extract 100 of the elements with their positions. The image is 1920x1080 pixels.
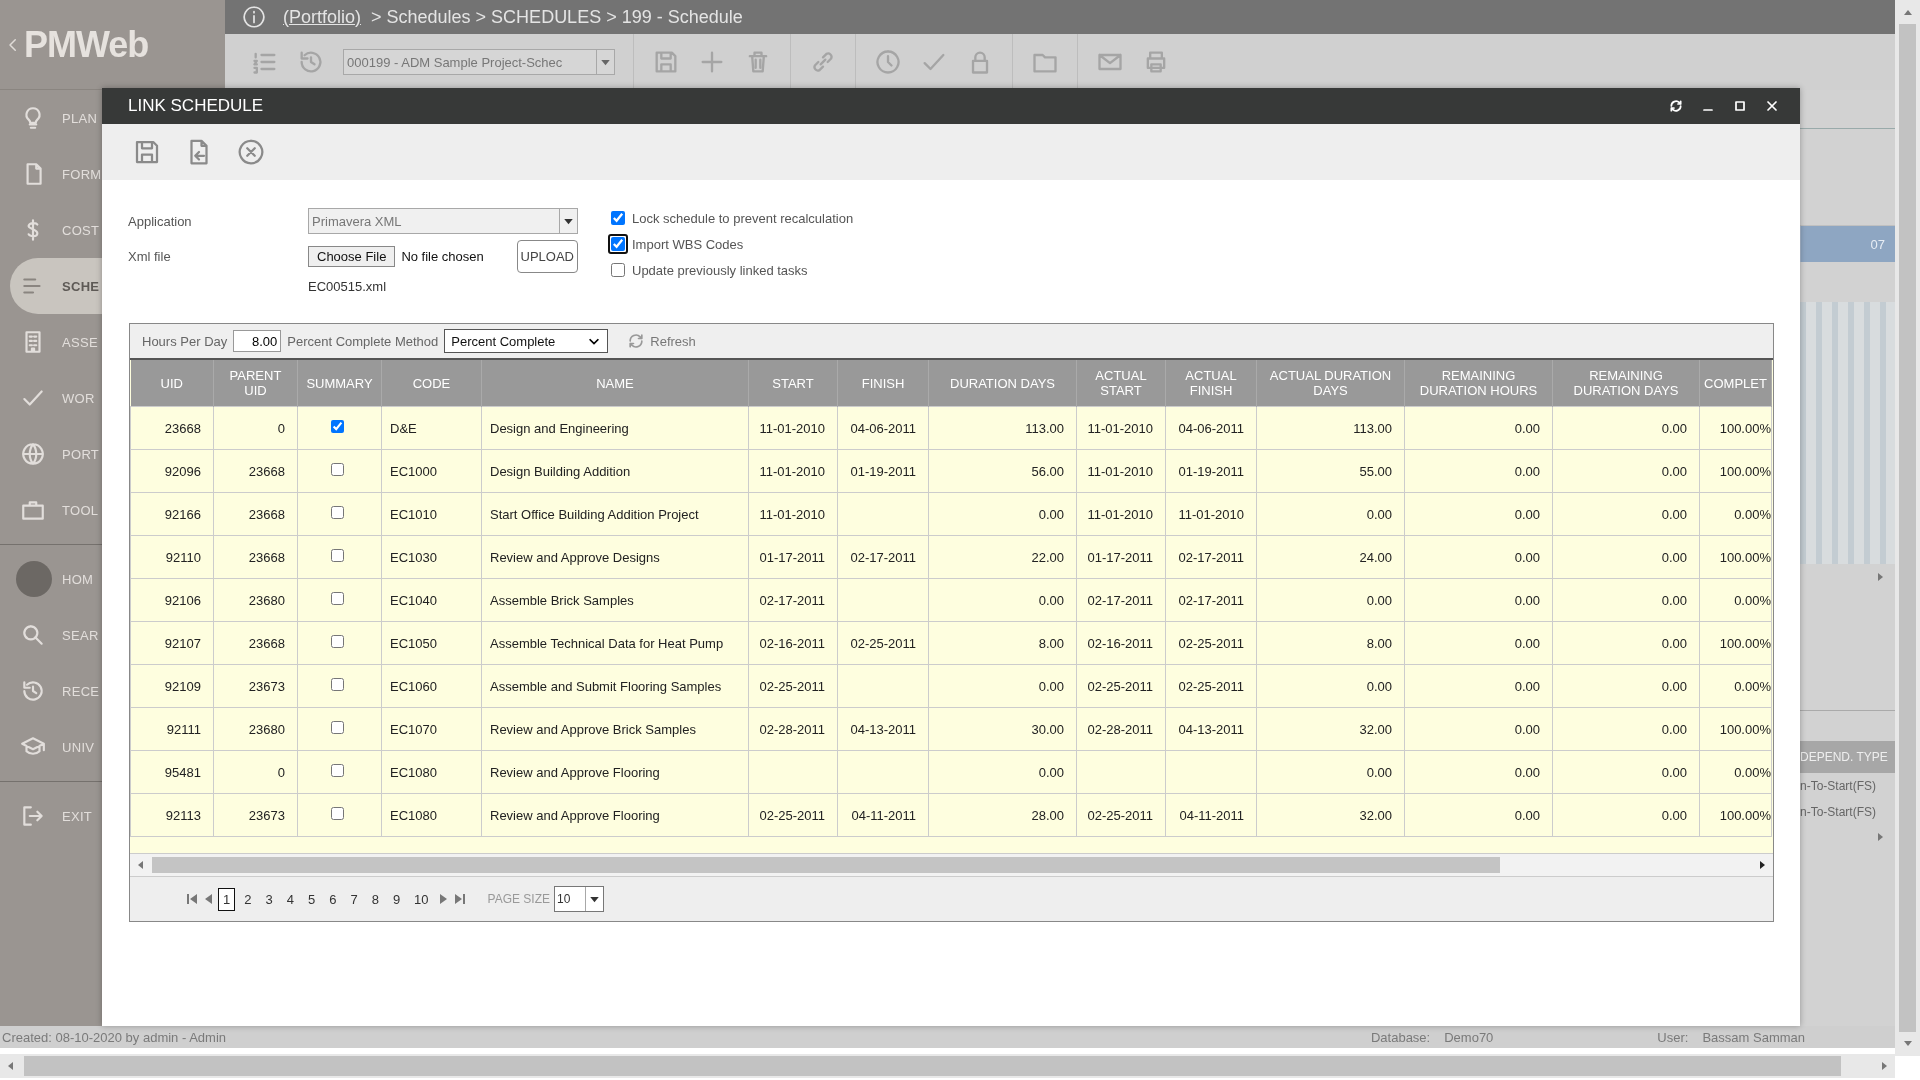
table-cell: 23680 [248,721,285,737]
column-header: DURATION DAYS [928,360,1077,407]
table-cell: 0.00 [1661,592,1687,608]
table-cell: 0.00 [1514,549,1540,565]
table-cell: 0.00 [1661,635,1687,651]
table-cell: 23668 [248,506,285,522]
table-cell: 0.00% [1734,764,1771,780]
table-cell: 02-25-2011 [850,635,916,651]
application-label: Application [128,213,193,229]
table-cell: 0 [277,420,285,436]
table-cell: 92096 [164,463,201,479]
column-header: REMAINING DURATION DAYS [1552,360,1700,407]
table-cell: 02-25-2011 [1178,635,1244,651]
table-cell: 11-01-2010 [759,506,825,522]
table-cell: 04-13-2011 [1178,721,1244,737]
table-cell: EC1050 [390,635,437,651]
table-cell: Review and Approve Flooring [490,807,660,823]
table-cell: 02-28-2011 [759,721,825,737]
table-cell: 04-06-2011 [850,420,916,436]
table-cell: 23680 [248,592,285,608]
table-cell: 0.00 [1514,420,1540,436]
page-size-label: PAGE SIZE [487,892,551,906]
table-cell: Review and Approve Brick Samples [490,721,696,737]
checkbox-label: Update previously linked tasks [632,262,808,278]
table-cell: 32.00 [1359,807,1392,823]
table-cell: 0.00 [1366,506,1392,522]
table-cell: 92110 [165,549,201,565]
table-cell: 11-01-2010 [759,420,825,436]
table-cell: 0.00% [1734,678,1771,694]
logo: PMWeb [24,23,149,66]
table-cell-text: n-To-Start(FS) [1800,778,1877,795]
table-cell: 02-16-2011 [1087,635,1153,651]
table-cell: Start Office Building Addition Project [490,506,699,522]
column-header: ACTUAL START [1076,360,1166,407]
table-cell: 23668 [164,420,201,436]
table-cell: 0.00 [1038,678,1064,694]
table-cell: 01-19-2011 [1178,463,1244,479]
table-cell: 100.00% [1719,420,1771,436]
table-cell: 02-25-2011 [1178,678,1244,694]
table-cell: 02-25-2011 [759,678,825,694]
table-cell: 100.00% [1719,549,1771,565]
table-cell: 8.00 [1366,635,1392,651]
table-cell: Design and Engineering [490,420,629,436]
table-cell: 28.00 [1031,807,1064,823]
table-cell: 04-11-2011 [851,807,916,823]
table-cell: D&E [390,420,417,436]
table-cell: 92166 [164,506,201,522]
table-cell: 02-28-2011 [1087,721,1153,737]
table-cell: 0.00 [1366,678,1392,694]
table-cell: 100.00% [1719,807,1771,823]
table-cell: 04-13-2011 [850,721,916,737]
table-cell: 02-17-2011 [759,592,825,608]
table-cell: EC1070 [390,721,437,737]
column-header: ACTUAL DURATION DAYS [1256,360,1405,407]
table-cell: 113.00 [1025,420,1064,436]
table-cell: 02-17-2011 [850,549,916,565]
table-cell: 30.00 [1031,721,1064,737]
column-header: UID [130,360,214,407]
table-cell: EC1080 [390,807,437,823]
gantt-header-label: 07 [1870,236,1885,252]
table-cell: 11-01-2010 [759,463,825,479]
table-cell: Assemble and Submit Flooring Samples [490,678,722,694]
table-cell: Assemble Technical Data for Heat Pump [490,635,724,651]
table-cell: 0.00 [1038,764,1064,780]
table-cell: 04-11-2011 [1179,807,1244,823]
table-cell: 92113 [165,807,201,823]
table-cell: 23668 [248,463,285,479]
table-cell: 0.00 [1038,506,1064,522]
xml-file-label: Xml file [128,249,172,264]
table-cell: EC1000 [390,463,437,479]
table-cell: 01-17-2011 [759,549,825,565]
table-cell: 11-01-2010 [1087,506,1153,522]
table-cell: 04-06-2011 [1178,420,1244,436]
table-cell: 32.00 [1359,721,1392,737]
column-header: NAME [481,360,749,407]
table-cell: EC1080 [390,764,437,780]
table-cell: 23673 [248,807,285,823]
table-cell: 100.00% [1719,721,1771,737]
table-cell: 92109 [164,678,201,694]
table-cell: 55.00 [1359,463,1392,479]
user-label: User: [1657,1029,1689,1045]
table-cell: 0.00 [1661,807,1687,823]
column-header: FINISH [837,360,929,407]
table-cell: EC1010 [390,506,437,522]
table-cell: 0.00 [1514,721,1540,737]
column-header: DEPEND. TYPE [1800,741,1895,773]
file-name: EC00515.xml [308,279,388,294]
table-cell: 02-16-2011 [759,635,825,651]
table-cell: 92106 [164,592,201,608]
table-cell: 0.00% [1734,506,1771,522]
table-cell: 02-17-2011 [1178,592,1244,608]
table-cell: 0.00 [1038,592,1064,608]
table-cell: 22.00 [1031,549,1064,565]
checkbox-label: Lock schedule to prevent recalculation [632,210,854,226]
table-cell: 0 [277,764,285,780]
table-cell: 95481 [164,764,201,780]
table-cell: 92107 [164,635,201,651]
table-cell-text: n-To-Start(FS) [1800,804,1877,821]
table-cell: 0.00 [1514,678,1540,694]
table-cell: EC1030 [390,549,437,565]
